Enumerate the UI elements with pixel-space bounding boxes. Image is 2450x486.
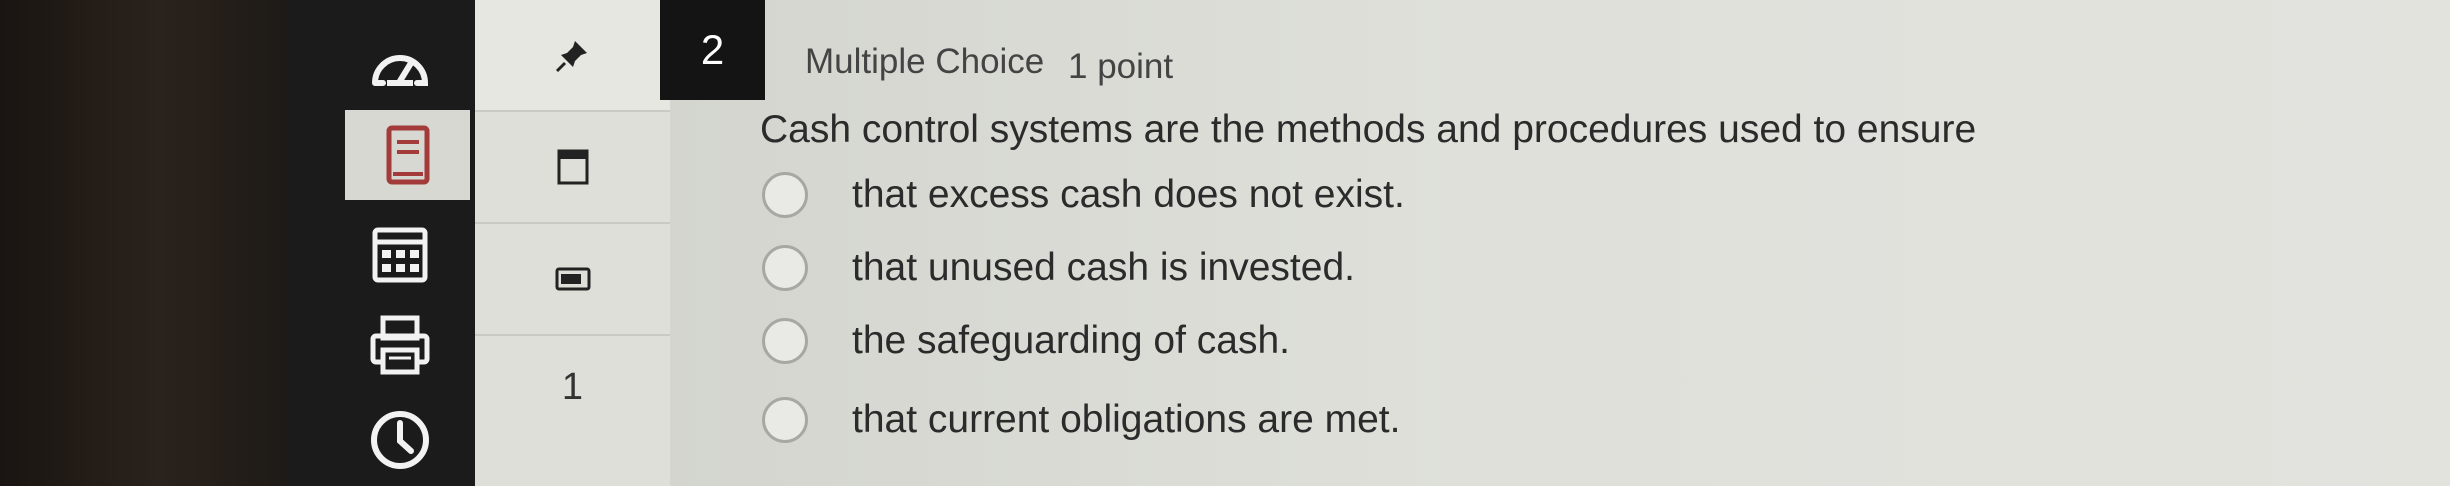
question-count: 1 [561,366,584,408]
question-number-badge: 2 [660,0,765,100]
answer-choice-label: the safeguarding of cash. [852,319,1290,362]
question-side-panel: 1 [475,0,673,486]
dashboard-button[interactable] [345,25,455,115]
answer-choice-3[interactable]: the safeguarding of cash. [762,311,1290,371]
clock-icon [371,411,429,469]
screen-bezel [0,0,290,486]
answer-choice-1[interactable]: that excess cash does not exist. [762,165,1405,225]
radio-button[interactable] [762,172,808,218]
calculator-button[interactable] [475,224,670,336]
answer-choice-label: that current obligations are met. [852,398,1401,441]
answer-choice-2[interactable]: that unused cash is invested. [762,238,1355,298]
speedometer-icon [372,55,429,86]
question-prompt: Cash control systems are the methods and… [760,108,1977,151]
calendar-icon [372,227,428,283]
answer-choice-label: that excess cash does not exist. [852,173,1405,216]
radio-button[interactable] [762,245,808,291]
pin-icon [555,41,587,73]
print-button[interactable] [345,300,455,390]
question-type-label: Multiple Choice [805,42,1045,81]
calendar-button[interactable] [345,210,455,300]
question-points-label: 1 point [1068,47,1174,86]
book-icon [386,125,429,185]
question-count-cell: 1 [475,336,670,446]
question-number: 2 [700,26,725,73]
keyboard-icon [555,267,590,291]
answer-choice-4[interactable]: that current obligations are met. [762,390,1400,450]
timer-button[interactable] [345,395,455,485]
left-nav-rail [290,0,475,486]
printer-icon [370,315,430,375]
answer-choice-label: that unused cash is invested. [852,246,1355,289]
notes-button[interactable] [475,112,670,224]
notepad-icon [557,149,588,185]
book-button[interactable] [345,110,470,200]
radio-button[interactable] [762,318,808,364]
pin-button[interactable] [475,0,670,112]
radio-button[interactable] [762,397,808,443]
